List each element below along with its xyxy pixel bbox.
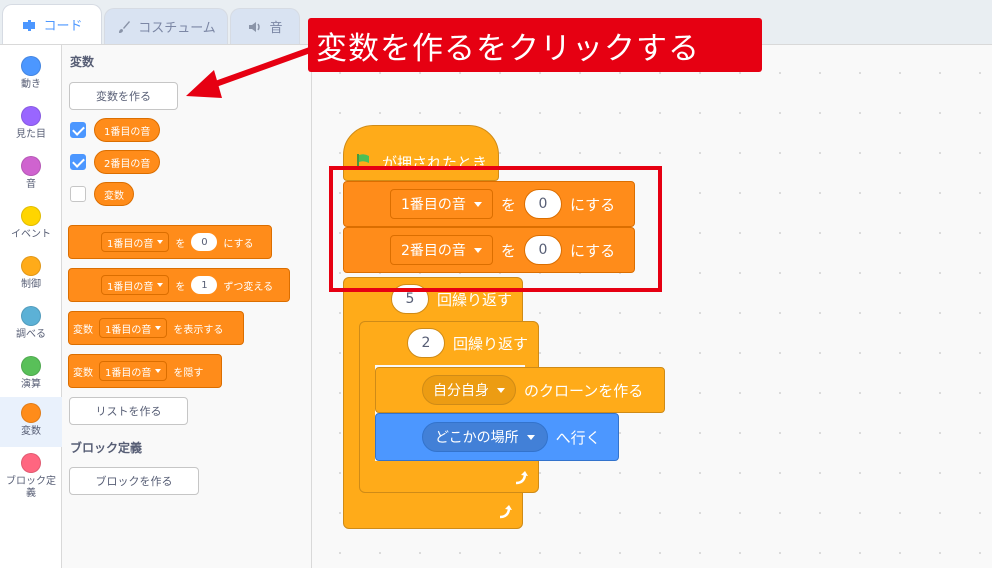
block-text: を — [175, 281, 186, 293]
category-sensing[interactable]: 調べる — [0, 300, 62, 350]
dropdown-value: 1番目の音 — [105, 324, 152, 336]
category-variables[interactable]: 変数 — [0, 397, 62, 447]
loop-arrow-icon — [499, 505, 512, 519]
category-events[interactable]: イベント — [0, 200, 62, 250]
instruction-callout: 変数を作るをクリックする — [308, 18, 762, 72]
category-label: 調べる — [16, 329, 46, 340]
category-label: イベント — [11, 229, 51, 240]
create-clone-block[interactable]: 自分自身 のクローンを作る — [375, 367, 665, 413]
tab-costumes-label: コスチューム — [138, 21, 216, 36]
clone-target-dropdown[interactable]: 自分自身 — [422, 375, 516, 405]
block-text: へ行く — [555, 428, 601, 447]
chevron-down-icon — [157, 240, 164, 244]
variable-dropdown[interactable]: 1番目の音 — [99, 361, 168, 381]
block-text: 回繰り返す — [453, 334, 529, 353]
dropdown-value: 1番目の音 — [107, 238, 154, 250]
block-text: 変数 — [73, 324, 93, 336]
block-text: のクローンを作る — [524, 381, 644, 400]
looks-color-dot — [21, 106, 41, 126]
hide-variable-block[interactable]: 変数 1番目の音 を隠す — [68, 354, 222, 388]
dropdown-value: 1番目の音 — [105, 367, 152, 379]
category-operators[interactable]: 演算 — [0, 350, 62, 400]
chevron-down-icon — [497, 387, 505, 393]
my-blocks-color-dot — [21, 453, 41, 473]
variable-reporter[interactable]: 1番目の音 — [94, 118, 161, 142]
category-label: 見た目 — [16, 129, 46, 140]
tab-code[interactable]: コード — [2, 4, 102, 44]
block-text: 変数 — [73, 367, 93, 379]
block-palette: 変数 変数を作る 1番目の音 2番目の音 変数 1番目の音 を 0 にする 1番… — [62, 44, 312, 568]
motion-color-dot — [21, 56, 41, 76]
tab-sounds-label: 音 — [269, 21, 283, 36]
show-variable-block[interactable]: 変数 1番目の音 を表示する — [68, 311, 244, 345]
tab-costumes[interactable]: コスチューム — [104, 8, 228, 44]
code-workspace[interactable]: が押されたとき 1番目の音 を 0 にする 2番目の音 を 0 にする 5 回繰… — [312, 44, 992, 568]
block-text: ずつ変える — [223, 281, 274, 293]
category-label: 制御 — [21, 279, 41, 290]
variables-color-dot — [21, 403, 41, 423]
make-list-button[interactable]: リストを作る — [69, 397, 188, 425]
my-blocks-heading: ブロック定義 — [70, 441, 143, 455]
operators-color-dot — [21, 356, 41, 376]
block-text: にする — [223, 238, 254, 250]
variable-checkbox[interactable] — [70, 122, 86, 138]
chevron-down-icon — [157, 283, 164, 287]
brush-icon — [119, 20, 131, 33]
chevron-down-icon — [155, 326, 162, 330]
speaker-icon — [249, 21, 261, 32]
loop-arrow-icon — [515, 471, 528, 485]
set-variable-block[interactable]: 1番目の音 を 0 にする — [68, 225, 272, 259]
events-color-dot — [21, 206, 41, 226]
go-to-block[interactable]: どこかの場所 へ行く — [375, 413, 619, 461]
variable-checkbox[interactable] — [70, 154, 86, 170]
dropdown-value: 1番目の音 — [107, 281, 154, 293]
category-label: 変数 — [21, 426, 41, 437]
value-input[interactable]: 0 — [191, 233, 218, 251]
category-control[interactable]: 制御 — [0, 250, 62, 300]
sound-color-dot — [21, 156, 41, 176]
dropdown-value: どこかの場所 — [435, 430, 519, 446]
repeat-count-input[interactable]: 2 — [407, 328, 445, 358]
category-sound[interactable]: 音 — [0, 150, 62, 200]
block-text: を — [175, 238, 186, 250]
category-motion[interactable]: 動き — [0, 50, 62, 100]
highlight-box — [329, 166, 662, 292]
tab-sounds[interactable]: 音 — [230, 8, 300, 44]
variable-reporter[interactable]: 変数 — [94, 182, 134, 206]
variable-reporter[interactable]: 2番目の音 — [94, 150, 161, 174]
variable-dropdown[interactable]: 1番目の音 — [99, 318, 168, 338]
variable-checkbox[interactable] — [70, 186, 86, 202]
block-text: を表示する — [173, 324, 224, 336]
code-icon — [23, 19, 36, 31]
category-label: ブロック定義 — [6, 476, 56, 499]
sensing-color-dot — [21, 306, 41, 326]
variables-heading: 変数 — [70, 55, 95, 69]
repeat-inner-block[interactable]: 2 回繰り返す — [359, 321, 539, 365]
chevron-down-icon — [155, 369, 162, 373]
make-variable-button[interactable]: 変数を作る — [69, 82, 178, 110]
control-color-dot — [21, 256, 41, 276]
make-block-button[interactable]: ブロックを作る — [69, 467, 199, 495]
tab-code-label: コード — [43, 19, 83, 34]
change-variable-block[interactable]: 1番目の音 を 1 ずつ変える — [68, 268, 290, 302]
value-input[interactable]: 1 — [191, 276, 218, 294]
dropdown-value: 自分自身 — [433, 383, 489, 399]
category-label: 動き — [21, 79, 41, 90]
category-label: 演算 — [21, 379, 41, 390]
variable-dropdown[interactable]: 1番目の音 — [101, 232, 170, 252]
block-text: を隠す — [173, 367, 204, 379]
go-to-target-dropdown[interactable]: どこかの場所 — [422, 422, 548, 452]
pointer-arrow-icon — [186, 47, 312, 98]
category-label: 音 — [26, 179, 36, 190]
chevron-down-icon — [526, 434, 535, 440]
category-looks[interactable]: 見た目 — [0, 100, 62, 150]
category-menu: 動き 見た目 音 イベント 制御 調べる 演算 変数 ブロック定義 — [0, 44, 62, 568]
category-my-blocks[interactable]: ブロック定義 — [0, 447, 62, 509]
variable-dropdown[interactable]: 1番目の音 — [101, 275, 170, 295]
